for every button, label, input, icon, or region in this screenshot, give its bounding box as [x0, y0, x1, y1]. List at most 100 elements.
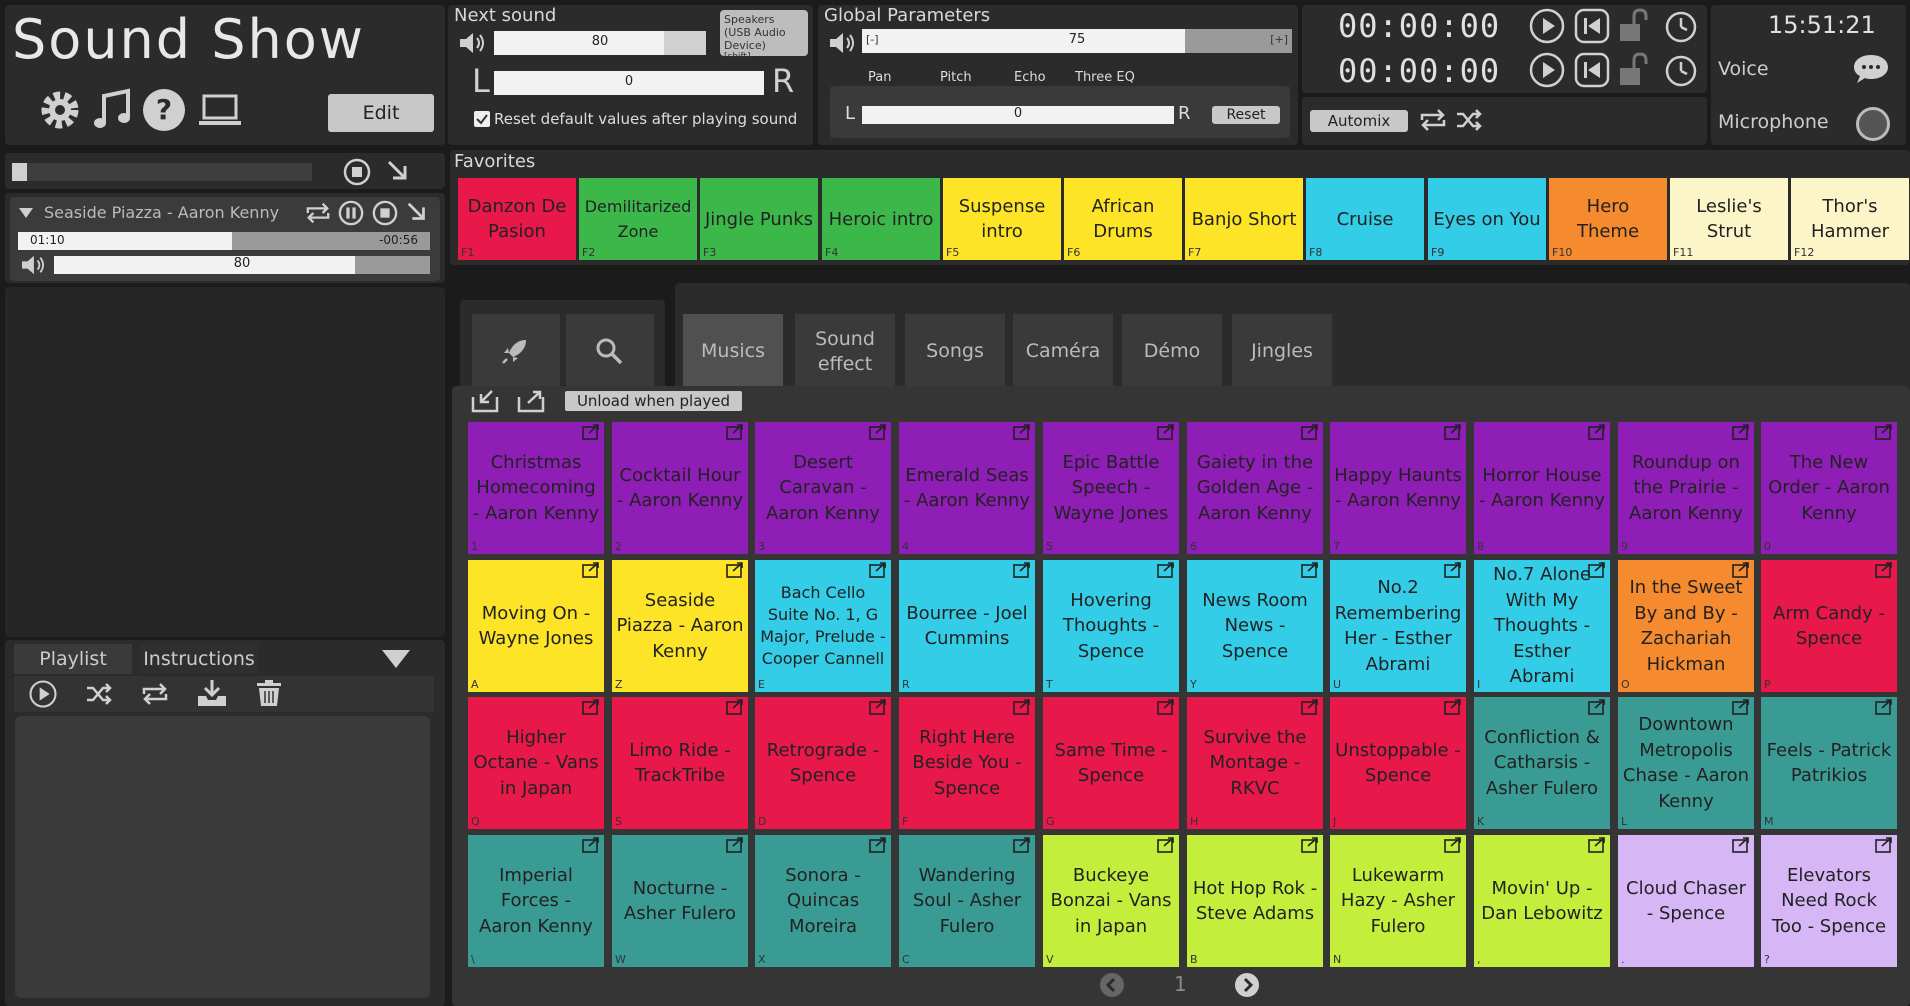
tab-jingles[interactable]: Jingles	[1232, 314, 1332, 389]
popout-icon[interactable]	[1588, 837, 1606, 853]
repeat-icon[interactable]	[1418, 106, 1448, 134]
favorite-5[interactable]: Suspense intro F5	[943, 178, 1061, 260]
popout-icon[interactable]	[1588, 424, 1606, 440]
rewind-icon[interactable]	[1574, 8, 1610, 44]
help-icon[interactable]: ?	[140, 86, 188, 134]
playlist-import-icon[interactable]	[196, 678, 228, 708]
tab-musics[interactable]: Musics	[683, 314, 783, 389]
sound-tile[interactable]: Horror House - Aaron Kenny 8	[1474, 422, 1610, 554]
sound-tile[interactable]: Elevators Need Rock Too - Spence?	[1761, 835, 1897, 967]
fade-out-arrow-icon[interactable]	[385, 158, 411, 184]
play-icon-2[interactable]	[1529, 52, 1565, 88]
popout-icon[interactable]	[1157, 562, 1175, 578]
sound-tile[interactable]: News Room News - Spence Y	[1187, 560, 1323, 692]
sound-tile[interactable]: No.7 Alone With My Thoughts - Esther Abr…	[1474, 560, 1610, 692]
sound-tile[interactable]: Unstoppable - Spence J	[1330, 697, 1466, 829]
unload-when-played-toggle[interactable]: Unload when played	[565, 391, 742, 411]
favorite-2[interactable]: Demilitarized Zone F2	[579, 178, 697, 260]
shuffle-icon[interactable]	[1454, 106, 1484, 134]
favorite-8[interactable]: Cruise F8	[1306, 178, 1424, 260]
popout-icon[interactable]	[869, 424, 887, 440]
lock-open-icon-2[interactable]	[1616, 52, 1652, 88]
sound-tile[interactable]: Hot Hop Rok - Steve Adams B	[1187, 835, 1323, 967]
playlist-play-icon[interactable]	[28, 679, 58, 709]
sound-tile[interactable]: Seaside Piazza - Aaron Kenny Z	[612, 560, 748, 692]
sound-tile[interactable]: Desert Caravan - Aaron Kenny 3	[755, 422, 891, 554]
tab-pitch[interactable]: Pitch	[940, 70, 972, 85]
sound-tile[interactable]: Arm Candy - Spence P	[1761, 560, 1897, 692]
favorite-3[interactable]: Jingle Punks F3	[700, 178, 818, 260]
global-volume-plus[interactable]: [+]	[1270, 33, 1288, 46]
popout-icon[interactable]	[1732, 837, 1750, 853]
sound-tile[interactable]: Bourree - Joel Cummins R	[899, 560, 1035, 692]
favorite-12[interactable]: Thor's Hammer F12	[1791, 178, 1909, 260]
lock-open-icon[interactable]	[1616, 8, 1652, 44]
import-icon[interactable]	[470, 389, 500, 413]
reset-default-checkbox[interactable]	[474, 111, 490, 127]
tab-three-eq[interactable]: Three EQ	[1075, 70, 1135, 85]
popout-icon[interactable]	[1157, 699, 1175, 715]
track-fade-arrow-icon[interactable]	[405, 200, 429, 224]
tab-playlist[interactable]: Playlist	[14, 644, 132, 674]
playlist-repeat-icon[interactable]	[140, 680, 170, 708]
playlist-trash-icon[interactable]	[254, 678, 284, 708]
stop-icon[interactable]	[343, 158, 371, 186]
favorite-9[interactable]: Eyes on You F9	[1428, 178, 1546, 260]
sound-tile[interactable]: In the Sweet By and By - Zachariah Hickm…	[1618, 560, 1754, 692]
favorite-10[interactable]: Hero Theme F10	[1549, 178, 1667, 260]
sound-tile[interactable]: Buckeye Bonzai - Vans in Japan V	[1043, 835, 1179, 967]
popout-icon[interactable]	[582, 837, 600, 853]
sound-tile[interactable]: Epic Battle Speech - Wayne Jones 5	[1043, 422, 1179, 554]
tab-instructions[interactable]: Instructions	[140, 644, 258, 674]
popout-icon[interactable]	[726, 562, 744, 578]
popout-icon[interactable]	[1157, 424, 1175, 440]
popout-icon[interactable]	[1732, 699, 1750, 715]
tab-songs[interactable]: Songs	[905, 314, 1005, 389]
popout-icon[interactable]	[869, 699, 887, 715]
tab-echo[interactable]: Echo	[1014, 70, 1046, 85]
collapse-triangle-icon[interactable]	[18, 207, 34, 219]
play-icon[interactable]	[1529, 8, 1565, 44]
speech-bubble-icon[interactable]	[1852, 52, 1890, 86]
popout-icon[interactable]	[1732, 424, 1750, 440]
prev-page-icon[interactable]	[1099, 972, 1125, 998]
popout-icon[interactable]	[1732, 562, 1750, 578]
popout-icon[interactable]	[726, 699, 744, 715]
favorite-4[interactable]: Heroic intro F4	[822, 178, 940, 260]
popout-icon[interactable]	[1875, 837, 1893, 853]
popout-icon[interactable]	[1444, 837, 1462, 853]
sound-tile[interactable]: Downtown Metropolis Chase - Aaron Kenny L	[1618, 697, 1754, 829]
rewind-icon-2[interactable]	[1574, 52, 1610, 88]
popout-icon[interactable]	[1588, 562, 1606, 578]
global-pan-slider[interactable]: 0	[862, 106, 1174, 124]
sound-tile[interactable]: Happy Haunts - Aaron Kenny 7	[1330, 422, 1466, 554]
tab-pan[interactable]: Pan	[868, 70, 891, 85]
sound-tile[interactable]: Limo Ride - TrackTribe S	[612, 697, 748, 829]
pause-icon[interactable]	[338, 200, 364, 226]
edit-button[interactable]: Edit	[328, 94, 434, 132]
sound-tile[interactable]: Moving On - Wayne Jones A	[468, 560, 604, 692]
reset-button[interactable]: Reset	[1212, 106, 1280, 124]
favorite-6[interactable]: African Drums F6	[1064, 178, 1182, 260]
sound-tile[interactable]: Feels - Patrick Patrikios M	[1761, 697, 1897, 829]
popout-icon[interactable]	[1013, 424, 1031, 440]
popout-icon[interactable]	[1301, 424, 1319, 440]
popout-icon[interactable]	[1875, 562, 1893, 578]
playlist-shuffle-icon[interactable]	[84, 680, 114, 708]
sound-tile[interactable]: Christmas Homecoming - Aaron Kenny 1	[468, 422, 604, 554]
popout-icon[interactable]	[1013, 837, 1031, 853]
tab-camera[interactable]: Caméra	[1013, 314, 1113, 389]
favorite-11[interactable]: Leslie's Strut F11	[1670, 178, 1788, 260]
track-stop-icon[interactable]	[372, 200, 398, 226]
tab-demo[interactable]: Démo	[1122, 314, 1222, 389]
timer-clock-icon[interactable]	[1663, 8, 1699, 44]
sound-tile[interactable]: Movin' Up - Dan Lebowitz,	[1474, 835, 1610, 967]
popout-icon[interactable]	[869, 837, 887, 853]
sound-tile[interactable]: Sonora - Quincas Moreira X	[755, 835, 891, 967]
popout-icon[interactable]	[1588, 699, 1606, 715]
sound-tile[interactable]: Cloud Chaser - Spence.	[1618, 835, 1754, 967]
popout-icon[interactable]	[1301, 837, 1319, 853]
sound-tile[interactable]: Imperial Forces - Aaron Kenny \	[468, 835, 604, 967]
laptop-icon[interactable]	[196, 86, 244, 134]
popout-icon[interactable]	[582, 562, 600, 578]
